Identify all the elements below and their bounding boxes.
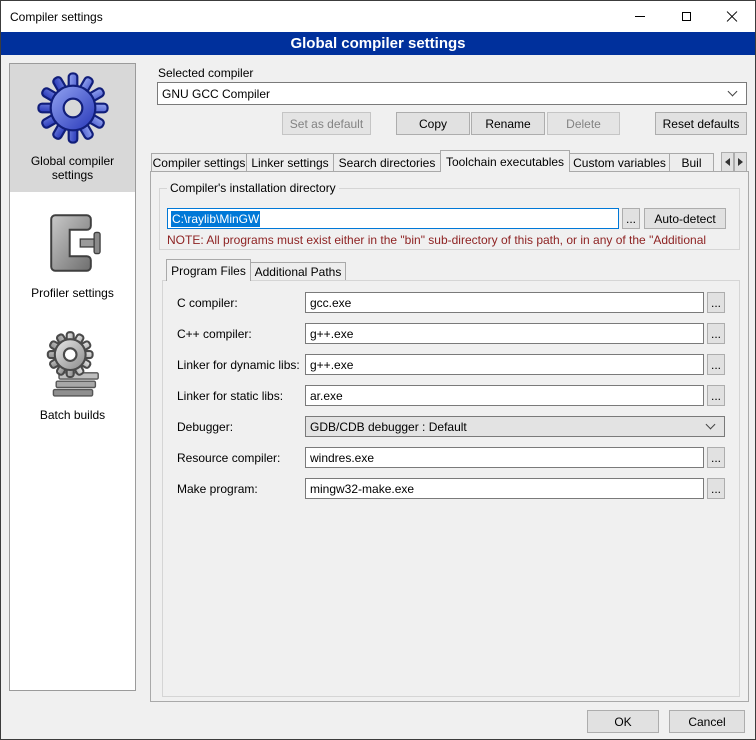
static-linker-input[interactable]: ar.exe (305, 385, 704, 406)
close-icon (725, 10, 739, 24)
form-row-resource-compiler: Resource compiler: windres.exe ... (177, 447, 739, 468)
dynamic-linker-input[interactable]: g++.exe (305, 354, 704, 375)
install-dir-selected-text: C:\raylib\MinGW (171, 211, 260, 227)
cpp-compiler-browse-button[interactable]: ... (707, 323, 725, 344)
sidebar-item-label: Profiler settings (31, 286, 114, 300)
debugger-select[interactable]: GDB/CDB debugger : Default (305, 416, 725, 437)
window-title: Compiler settings (1, 10, 103, 24)
tab-compiler-settings[interactable]: Compiler settings (151, 153, 247, 172)
chevron-down-icon (706, 420, 716, 430)
make-program-browse-button[interactable]: ... (707, 478, 725, 499)
tab-scroll-right-button[interactable] (734, 152, 747, 172)
debugger-value: GDB/CDB debugger : Default (310, 420, 467, 434)
install-dir-input[interactable]: C:\raylib\MinGW (167, 208, 619, 229)
ok-button[interactable]: OK (587, 710, 659, 733)
sidebar-item-label: Global compiler settings (13, 154, 132, 182)
cpp-compiler-input[interactable]: g++.exe (305, 323, 704, 344)
form-row-dynamic-linker: Linker for dynamic libs: g++.exe ... (177, 354, 739, 375)
sidebar-item-profiler-settings[interactable]: Profiler settings (10, 202, 135, 310)
install-dir-group-label: Compiler's installation directory (167, 181, 339, 195)
sidebar-item-global-compiler-settings[interactable]: Global compiler settings (10, 64, 135, 192)
reset-defaults-button[interactable]: Reset defaults (655, 112, 747, 135)
static-linker-value: ar.exe (310, 389, 343, 403)
dialog-header: Global compiler settings (1, 32, 755, 55)
form-row-make-program: Make program: mingw32-make.exe ... (177, 478, 739, 499)
c-compiler-value: gcc.exe (310, 296, 351, 310)
form-row-c-compiler: C compiler: gcc.exe ... (177, 292, 739, 313)
set-as-default-button[interactable]: Set as default (282, 112, 371, 135)
tab-build-options[interactable]: Buil (669, 153, 714, 172)
program-files-panel: C compiler: gcc.exe ... C++ compiler: g+… (162, 280, 740, 697)
tab-custom-variables[interactable]: Custom variables (569, 153, 670, 172)
tab-search-directories[interactable]: Search directories (333, 153, 441, 172)
static-linker-browse-button[interactable]: ... (707, 385, 725, 406)
dynamic-linker-value: g++.exe (310, 358, 353, 372)
blue-gear-icon (37, 72, 109, 144)
minimize-button[interactable] (617, 1, 663, 32)
titlebar: Compiler settings (1, 1, 755, 32)
tab-toolchain-executables[interactable]: Toolchain executables (440, 150, 570, 172)
auto-detect-button[interactable]: Auto-detect (644, 208, 726, 229)
minimize-icon (635, 16, 645, 17)
cpp-compiler-value: g++.exe (310, 327, 353, 341)
form-row-cpp-compiler: C++ compiler: g++.exe ... (177, 323, 739, 344)
sidebar-item-label: Batch builds (40, 408, 105, 422)
delete-button[interactable]: Delete (547, 112, 620, 135)
install-dir-note: NOTE: All programs must exist either in … (167, 233, 737, 247)
rename-button[interactable]: Rename (471, 112, 545, 135)
tab-additional-paths[interactable]: Additional Paths (250, 262, 346, 281)
tab-program-files[interactable]: Program Files (166, 259, 251, 281)
static-linker-label: Linker for static libs: (177, 389, 305, 403)
c-compiler-input[interactable]: gcc.exe (305, 292, 704, 313)
dynamic-linker-label: Linker for dynamic libs: (177, 358, 305, 372)
form-row-debugger: Debugger: GDB/CDB debugger : Default (177, 416, 739, 437)
toolchain-executables-panel: Compiler's installation directory C:\ray… (150, 171, 749, 702)
copy-button[interactable]: Copy (396, 112, 470, 135)
maximize-button[interactable] (663, 1, 709, 32)
right-arrow-icon (738, 158, 743, 166)
resource-compiler-browse-button[interactable]: ... (707, 447, 725, 468)
compiler-dropdown-value: GNU GCC Compiler (162, 87, 270, 101)
make-program-value: mingw32-make.exe (310, 482, 414, 496)
sidebar: Global compiler settings Profiler settin… (9, 63, 136, 691)
make-program-input[interactable]: mingw32-make.exe (305, 478, 704, 499)
caption-buttons (617, 1, 755, 32)
gray-gear-stack-icon (38, 328, 108, 398)
c-compiler-browse-button[interactable]: ... (707, 292, 725, 313)
maximize-icon (682, 12, 691, 21)
chevron-down-icon (728, 87, 738, 97)
make-program-label: Make program: (177, 482, 305, 496)
resource-compiler-label: Resource compiler: (177, 451, 305, 465)
compiler-settings-window: Compiler settings Global compiler settin… (0, 0, 756, 740)
close-button[interactable] (709, 1, 755, 32)
selected-compiler-label: Selected compiler (158, 66, 253, 80)
form-row-static-linker: Linker for static libs: ar.exe ... (177, 385, 739, 406)
sidebar-item-batch-builds[interactable]: Batch builds (10, 320, 135, 432)
c-compiler-label: C compiler: (177, 296, 305, 310)
cancel-button[interactable]: Cancel (669, 710, 745, 733)
compiler-dropdown[interactable]: GNU GCC Compiler (157, 82, 747, 105)
resource-compiler-input[interactable]: windres.exe (305, 447, 704, 468)
clamp-icon (43, 210, 103, 276)
tab-scroll-left-button[interactable] (721, 152, 734, 172)
cpp-compiler-label: C++ compiler: (177, 327, 305, 341)
dynamic-linker-browse-button[interactable]: ... (707, 354, 725, 375)
debugger-label: Debugger: (177, 420, 305, 434)
resource-compiler-value: windres.exe (310, 451, 374, 465)
tab-linker-settings[interactable]: Linker settings (246, 153, 334, 172)
install-dir-groupbox: Compiler's installation directory C:\ray… (159, 188, 740, 250)
left-arrow-icon (725, 158, 730, 166)
install-dir-browse-button[interactable]: ... (622, 208, 640, 229)
